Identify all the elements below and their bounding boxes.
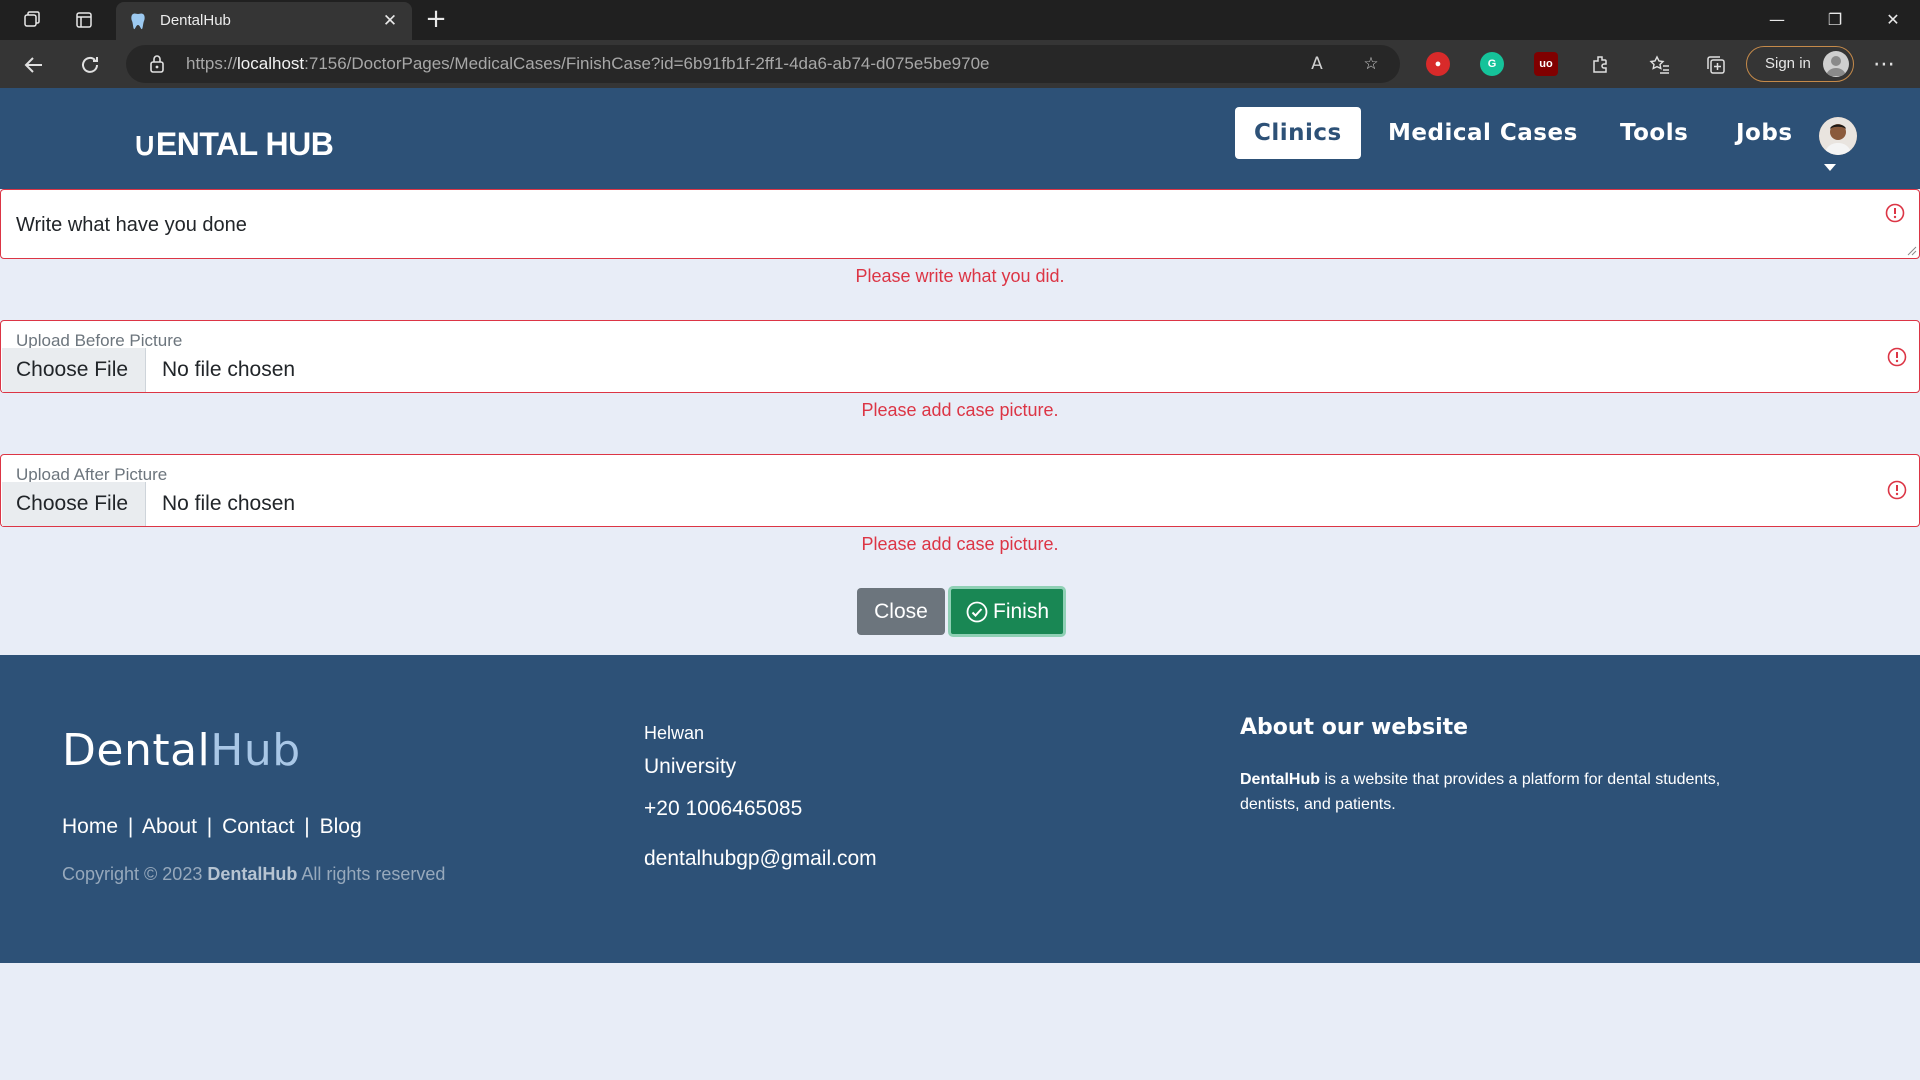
footer-link-about[interactable]: About [142,815,197,838]
close-button[interactable]: Close [857,588,945,635]
close-tab-icon[interactable]: ✕ [378,9,402,33]
footer-link-home[interactable]: Home [62,815,118,838]
favorite-star-icon[interactable]: ☆ [1358,51,1384,77]
footer-phone: +20 1006465085 [644,797,803,820]
profile-avatar-icon [1823,51,1849,77]
after-choose-file-button[interactable]: Choose File [2,482,146,526]
nav-clinics[interactable]: Clinics [1235,107,1361,159]
url-text[interactable]: https://localhost:7156/DoctorPages/Medic… [186,54,990,74]
read-aloud-icon[interactable]: A [1304,51,1330,77]
footer-about-heading: About our website [1240,715,1469,740]
workspaces-icon[interactable] [18,6,46,34]
refresh-icon[interactable] [74,49,106,81]
back-icon[interactable] [18,49,50,81]
new-tab-icon[interactable]: + [422,6,450,34]
extension-record-icon[interactable]: ● [1426,52,1450,76]
grammarly-icon[interactable]: G [1480,52,1504,76]
case-done-placeholder: Write what have you done [16,214,247,236]
error-alert-icon [1887,480,1907,500]
footer-links: Home | About | Contact | Blog [62,815,362,838]
close-window-icon[interactable]: ✕ [1864,0,1920,40]
footer-city: Helwan [644,723,705,743]
before-choose-file-button[interactable]: Choose File [2,348,146,392]
site-footer: DentalHub Home | About | Contact | Blog … [0,655,1920,963]
check-circle-icon [966,601,988,623]
footer-link-contact[interactable]: Contact [222,815,294,838]
collections-icon[interactable] [1700,49,1732,81]
sign-in-button[interactable]: Sign in [1746,46,1854,82]
restore-icon[interactable]: ❐ [1806,0,1864,40]
site-header: ∪ENTAL HUB Clinics Medical Cases Tools J… [0,88,1920,189]
browser-toolbar: https://localhost:7156/DoctorPages/Medic… [0,40,1920,88]
before-picture-error: Please add case picture. [861,400,1059,420]
footer-university: University [644,755,737,778]
browser-tab-bar: DentalHub ✕ + — ❐ ✕ [0,0,1920,40]
after-no-file-text: No file chosen [162,492,296,515]
case-done-textarea[interactable]: Write what have you done [0,189,1920,259]
browser-tab-dentalhub[interactable]: DentalHub ✕ [116,2,412,40]
after-picture-upload[interactable]: Upload After Picture Choose File No file… [0,454,1920,527]
footer-brand: DentalHub [62,725,301,776]
footer-link-blog[interactable]: Blog [320,815,362,838]
nav-jobs[interactable]: Jobs [1736,107,1793,159]
address-bar[interactable]: https://localhost:7156/DoctorPages/Medic… [126,45,1400,83]
resize-handle-icon[interactable] [1905,244,1917,256]
extensions-icon[interactable] [1584,49,1616,81]
dentalhub-logo[interactable]: ∪ENTAL HUB [133,125,334,163]
tooth-favicon-icon [131,13,145,30]
user-avatar[interactable] [1819,117,1857,155]
error-alert-icon [1885,203,1905,223]
lock-icon[interactable] [148,54,166,74]
finish-button[interactable]: Finish [948,586,1066,637]
error-alert-icon [1887,347,1907,367]
tab-actions-icon[interactable] [70,6,98,34]
user-dropdown-caret-icon[interactable] [1824,164,1836,171]
ublock-icon[interactable]: uo [1534,52,1558,76]
nav-medical-cases[interactable]: Medical Cases [1388,107,1578,159]
before-no-file-text: No file chosen [162,358,296,381]
minimize-icon[interactable]: — [1748,0,1806,40]
footer-about-text: DentalHub is a website that provides a p… [1240,771,1721,813]
more-options-icon[interactable]: ⋯ [1868,49,1900,81]
before-picture-upload[interactable]: Upload Before Picture Choose File No fil… [0,320,1920,393]
nav-tools[interactable]: Tools [1620,107,1688,159]
favorites-icon[interactable] [1644,49,1676,81]
footer-email[interactable]: dentalhubgp@gmail.com [644,847,877,871]
after-picture-error: Please add case picture. [861,534,1059,554]
tab-title: DentalHub [160,12,231,29]
done-error-message: Please write what you did. [855,266,1065,286]
footer-copyright: Copyright © 2023 DentalHub All rights re… [62,864,446,884]
